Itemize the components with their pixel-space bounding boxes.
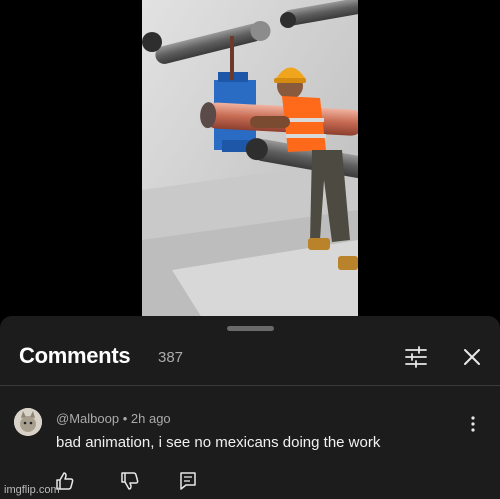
comment-author[interactable]: @Malboop [56, 411, 119, 426]
header-divider [0, 385, 500, 386]
video-thumbnail-illustration [142, 0, 358, 318]
more-vert-icon[interactable] [468, 415, 478, 433]
comments-title: Comments [19, 343, 131, 368]
comment-meta: @Malboop • 2h ago [56, 411, 171, 426]
reply-icon[interactable] [179, 471, 197, 491]
drag-handle[interactable] [227, 326, 274, 331]
video-player[interactable] [0, 0, 500, 318]
sliders-icon[interactable] [404, 346, 428, 368]
close-icon[interactable] [462, 347, 482, 367]
video-frame [142, 0, 358, 318]
watermark: imgflip.com [4, 484, 60, 496]
comment-time: 2h ago [130, 411, 171, 426]
meta-separator: • [122, 411, 128, 426]
comment-text: bad animation, i see no mexicans doing t… [56, 434, 381, 451]
thumb-down-icon[interactable] [120, 471, 140, 491]
comments-count: 387 [158, 349, 184, 366]
avatar[interactable] [14, 408, 42, 436]
